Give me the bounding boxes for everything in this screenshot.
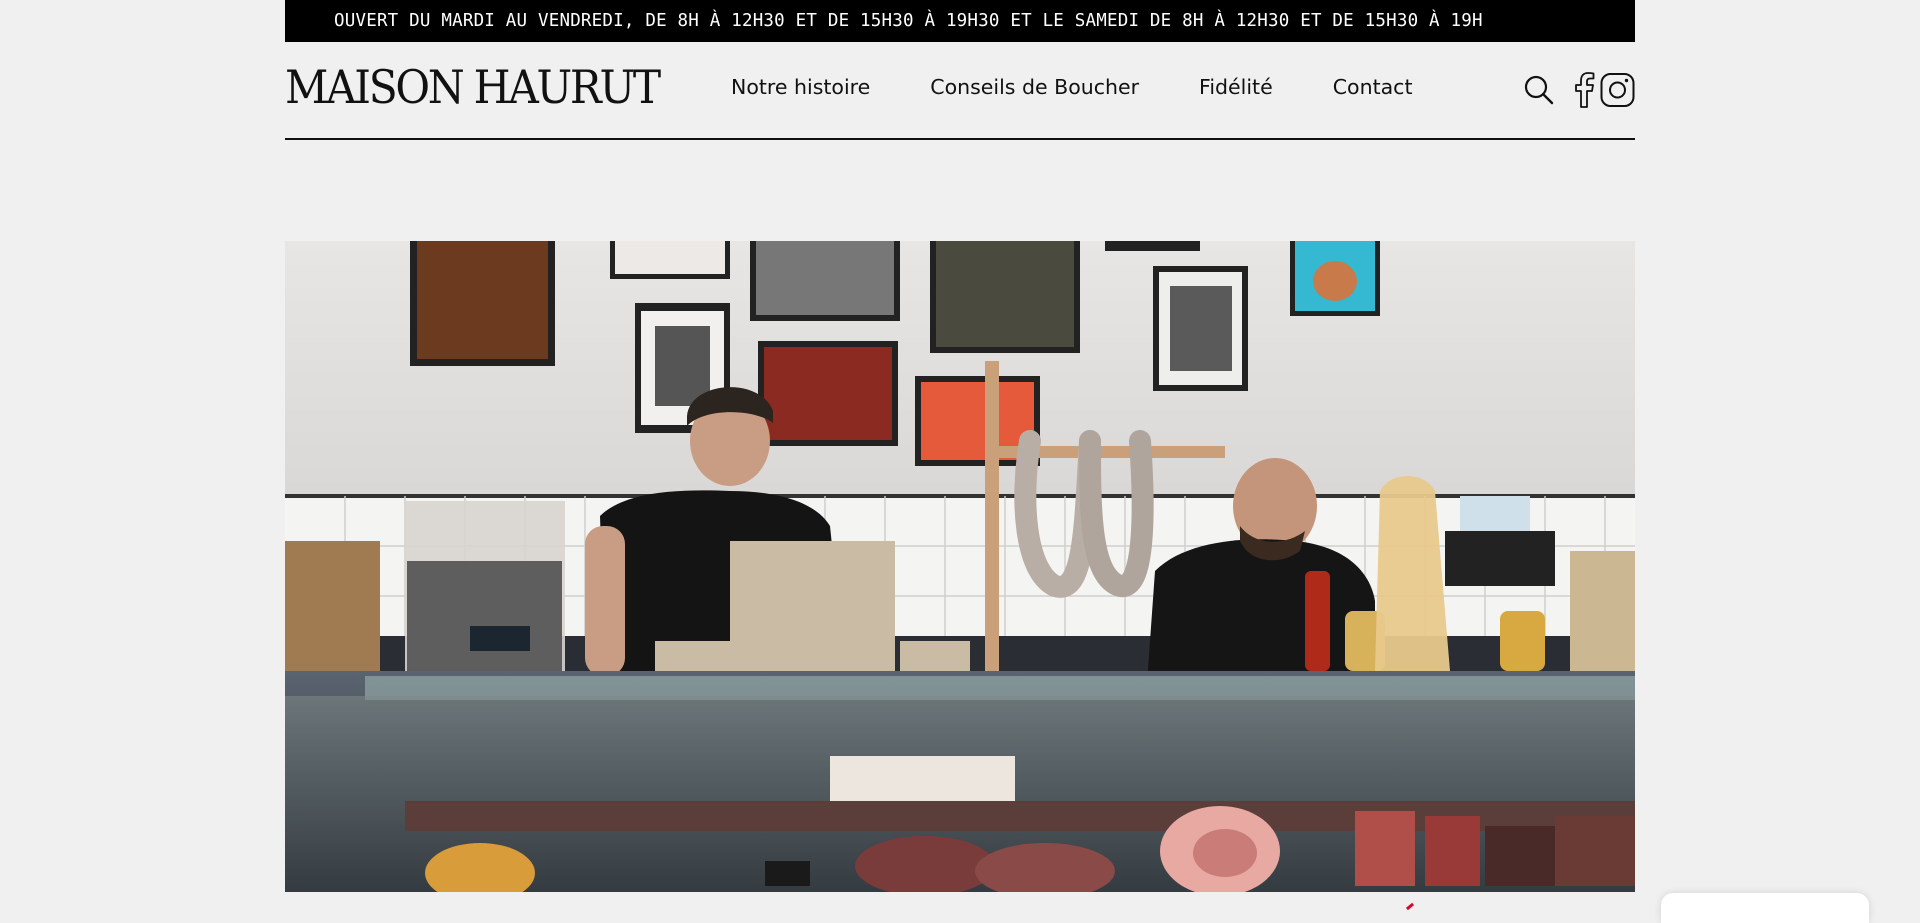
- search-icon[interactable]: [1523, 74, 1555, 106]
- announcement-bar: OUVERT DU MARDI AU VENDREDI, DE 8H À 12H…: [285, 0, 1635, 42]
- site-header: MAISON HAURUT Notre histoire Conseils de…: [285, 42, 1635, 140]
- nav-item-fidelite[interactable]: Fidélité: [1199, 74, 1273, 100]
- floating-widget[interactable]: [1661, 893, 1869, 923]
- nav-item-conseils-de-boucher[interactable]: Conseils de Boucher: [930, 74, 1139, 100]
- butcher-shop-photo: [285, 241, 1635, 892]
- nav-item-notre-histoire[interactable]: Notre histoire: [731, 74, 870, 100]
- nav-item-contact[interactable]: Contact: [1333, 74, 1413, 100]
- instagram-icon[interactable]: [1600, 72, 1635, 108]
- site-logo[interactable]: MAISON HAURUT: [285, 62, 661, 112]
- announcement-text: OUVERT DU MARDI AU VENDREDI, DE 8H À 12H…: [334, 11, 1483, 31]
- header-icons: [1523, 72, 1635, 108]
- red-accent-mark: [1405, 902, 1415, 911]
- facebook-icon[interactable]: [1573, 72, 1595, 108]
- hero-image: [285, 241, 1635, 892]
- main-nav: Notre histoire Conseils de Boucher Fidél…: [731, 74, 1472, 100]
